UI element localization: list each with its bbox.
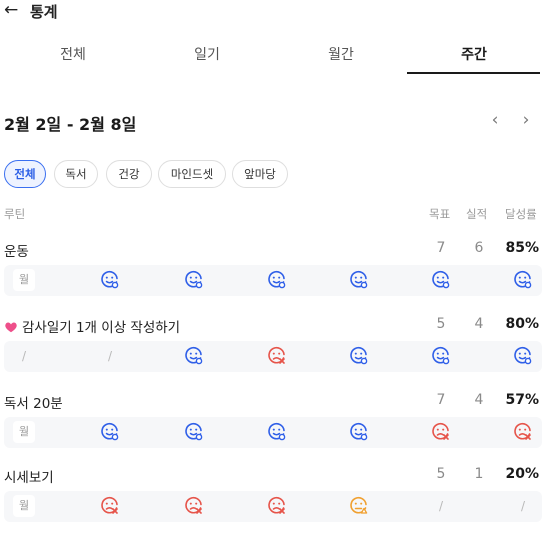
filter-chip-frontyard[interactable]: 앞마당 [232, 160, 288, 188]
day-cell[interactable]: 월 [13, 269, 35, 291]
pink-heart-icon [4, 320, 22, 336]
day-status-row: 월 [4, 417, 542, 448]
no-schedule-mark: / [520, 499, 526, 513]
day-label: 월 [13, 421, 35, 443]
day-label: 월 [13, 269, 35, 291]
routine-goal: 7 [436, 392, 446, 408]
filter-chip-all[interactable]: 전체 [4, 160, 46, 188]
routine-done: 4 [474, 316, 484, 332]
routine-goal: 5 [436, 466, 446, 482]
date-range: 2월 2일 - 2월 8일 [4, 115, 137, 134]
routine-rate: 85% [505, 240, 539, 256]
smile-check-icon[interactable] [430, 345, 452, 367]
routine-name-label: 시세보기 [4, 470, 54, 486]
page-title: 통계 [30, 3, 58, 21]
no-schedule-mark: / [438, 499, 444, 513]
routine-rate: 57% [505, 392, 539, 408]
sad-x-icon[interactable] [99, 495, 121, 517]
smile-check-icon[interactable] [348, 421, 370, 443]
column-done: 실적 [466, 207, 488, 221]
day-cell-empty: / [430, 495, 452, 517]
routine-name[interactable]: 독서 20분 [4, 392, 63, 412]
day-cell-empty: / [512, 495, 534, 517]
day-cell-empty: / [13, 345, 35, 367]
smile-check-icon[interactable] [266, 269, 288, 291]
chevron-right-icon[interactable]: › [515, 109, 537, 131]
chevron-left-icon[interactable]: ‹ [484, 109, 506, 131]
view-tabs: 전체 일기 월간 주간 [0, 38, 553, 74]
arrow-left-icon[interactable]: ← [4, 0, 26, 22]
day-status-row: 월 / / [4, 491, 542, 522]
routine-done: 6 [474, 240, 484, 256]
day-cell[interactable]: 월 [13, 495, 35, 517]
tab-all[interactable]: 전체 [4, 44, 142, 64]
smile-check-icon[interactable] [99, 421, 121, 443]
routine-done: 4 [474, 392, 484, 408]
filter-chip-reading[interactable]: 독서 [54, 160, 98, 188]
smile-check-icon[interactable] [99, 269, 121, 291]
day-cell-empty: / [99, 345, 121, 367]
routine-name-label: 운동 [4, 244, 29, 260]
no-schedule-mark: / [21, 349, 27, 363]
smile-check-icon[interactable] [512, 345, 534, 367]
routine-rate: 80% [505, 316, 539, 332]
sad-x-icon[interactable] [183, 495, 205, 517]
routine-name-label: 독서 20분 [4, 396, 63, 412]
active-tab-indicator [407, 72, 540, 74]
smile-check-icon[interactable] [183, 421, 205, 443]
neutral-warning-icon[interactable] [348, 495, 370, 517]
column-rate: 달성률 [505, 207, 537, 221]
routine-name[interactable]: 운동 [4, 240, 29, 260]
tab-monthly[interactable]: 월간 [272, 44, 410, 64]
day-cell[interactable]: 월 [13, 421, 35, 443]
smile-check-icon[interactable] [266, 421, 288, 443]
day-label: 월 [13, 495, 35, 517]
tab-weekly[interactable]: 주간 [405, 44, 543, 64]
smile-check-icon[interactable] [348, 269, 370, 291]
routine-rate: 20% [505, 466, 539, 482]
day-status-row: / / [4, 341, 542, 372]
routine-goal: 7 [436, 240, 446, 256]
filter-chip-mindset[interactable]: 마인드셋 [158, 160, 226, 188]
routine-done: 1 [474, 466, 484, 482]
routine-name-label: 감사일기 1개 이상 작성하기 [22, 320, 181, 336]
routine-name[interactable]: 시세보기 [4, 466, 54, 486]
sad-x-icon[interactable] [512, 421, 534, 443]
sad-x-icon[interactable] [266, 495, 288, 517]
column-routine: 루틴 [4, 207, 26, 221]
smile-check-icon[interactable] [183, 345, 205, 367]
smile-check-icon[interactable] [512, 269, 534, 291]
sad-x-icon[interactable] [266, 345, 288, 367]
smile-check-icon[interactable] [430, 269, 452, 291]
column-goal: 목표 [429, 207, 451, 221]
no-schedule-mark: / [107, 349, 113, 363]
tab-diary[interactable]: 일기 [138, 44, 276, 64]
routine-name[interactable]: 감사일기 1개 이상 작성하기 [4, 316, 180, 336]
top-bar: ← 통계 [0, 0, 553, 30]
filter-chip-health[interactable]: 건강 [106, 160, 152, 188]
day-status-row: 월 [4, 265, 542, 296]
routine-goal: 5 [436, 316, 446, 332]
smile-check-icon[interactable] [183, 269, 205, 291]
sad-x-icon[interactable] [430, 421, 452, 443]
smile-check-icon[interactable] [348, 345, 370, 367]
